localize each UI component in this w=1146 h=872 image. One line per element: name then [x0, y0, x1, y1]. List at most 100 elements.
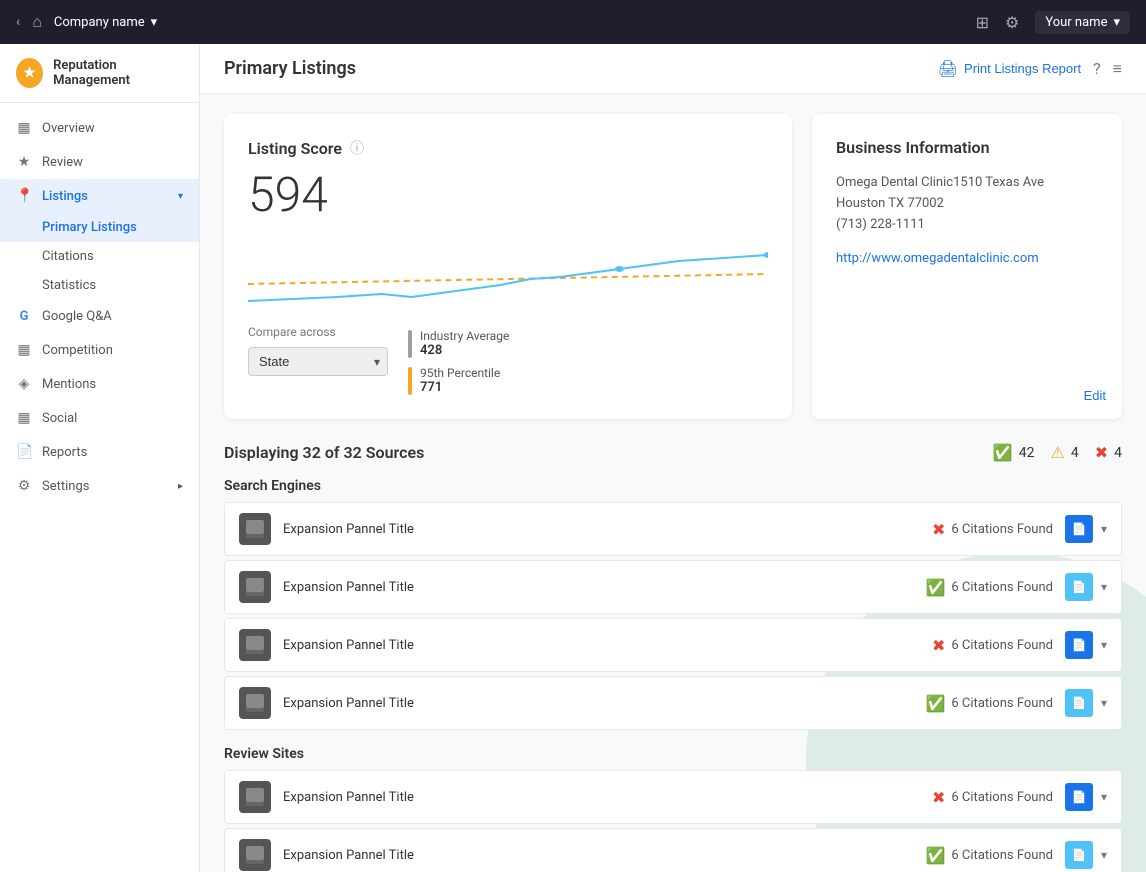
panel-thumbnail	[239, 839, 271, 871]
business-name: Omega Dental Clinic	[836, 175, 953, 190]
sidebar-item-competition[interactable]: ▦ Competition	[0, 333, 199, 367]
sidebar-item-statistics[interactable]: Statistics	[0, 271, 199, 300]
warn-count: 4	[1071, 445, 1079, 461]
expansion-panel: Expansion Pannel Title ✅ 6 Citations Fou…	[224, 676, 1122, 730]
panel-actions: 📄 ▾	[1065, 631, 1107, 659]
chevron-down-icon[interactable]: ▾	[1101, 580, 1107, 594]
sidebar-logo: ★	[16, 58, 43, 88]
panel-title: Expansion Pannel Title	[283, 522, 920, 537]
help-icon[interactable]: ?	[1093, 59, 1101, 78]
check-count: 42	[1019, 445, 1035, 461]
sidebar-app-name: Reputation Management	[53, 58, 183, 88]
95th-text: 95th Percentile 771	[420, 366, 500, 395]
expand-icon: ▾	[178, 191, 183, 202]
panel-title: Expansion Pannel Title	[283, 580, 913, 595]
status-error-icon: ✖	[932, 636, 945, 655]
search-engines-section: Search Engines Expansion Pannel Title ✖ …	[224, 478, 1122, 730]
panel-actions: 📄 ▾	[1065, 515, 1107, 543]
sidebar-item-review[interactable]: ★ Review	[0, 145, 199, 179]
panel-status: ✖ 6 Citations Found	[932, 636, 1053, 655]
chevron-down-icon[interactable]: ▾	[1101, 638, 1107, 652]
panel-thumbnail	[239, 687, 271, 719]
status-error-icon: ✖	[932, 520, 945, 539]
company-name-dropdown[interactable]: Company name ▾	[54, 15, 157, 30]
citations-text: 6 Citations Found	[951, 696, 1053, 711]
citations-label: Citations	[42, 249, 94, 264]
info-icon[interactable]: ⓘ	[350, 138, 364, 158]
document-icon[interactable]: 📄	[1065, 689, 1093, 717]
status-error-icon: ✖	[932, 788, 945, 807]
sidebar-item-primary-listings[interactable]: Primary Listings	[0, 213, 199, 242]
sidebar-item-overview[interactable]: ▦ Overview	[0, 111, 199, 145]
warn-icon: ⚠	[1051, 443, 1065, 462]
expansion-panel: Expansion Pannel Title ✅ 6 Citations Fou…	[224, 560, 1122, 614]
document-icon[interactable]: 📄	[1065, 841, 1093, 869]
panel-thumbnail	[239, 571, 271, 603]
sidebar-item-mentions[interactable]: ◈ Mentions	[0, 367, 199, 401]
print-listings-button[interactable]: 🖨 Print Listings Report	[938, 59, 1081, 79]
document-icon[interactable]: 📄	[1065, 783, 1093, 811]
edit-business-button[interactable]: Edit	[1084, 388, 1106, 403]
business-address: Omega Dental Clinic1510 Texas Ave Housto…	[836, 173, 1098, 235]
sidebar-item-label: Overview	[42, 121, 95, 136]
sidebar-item-reports[interactable]: 📄 Reports	[0, 435, 199, 469]
expansion-panel: Expansion Pannel Title ✖ 6 Citations Fou…	[224, 618, 1122, 672]
settings-expand-icon: ▸	[178, 481, 183, 492]
user-chevron-icon: ▾	[1113, 15, 1120, 30]
sidebar-item-social[interactable]: ▦ Social	[0, 401, 199, 435]
page-header: Primary Listings 🖨 Print Listings Report…	[200, 44, 1146, 94]
mentions-icon: ◈	[16, 376, 32, 392]
panel-status: ✅ 6 Citations Found	[925, 578, 1052, 597]
sidebar-header: ★ Reputation Management	[0, 44, 199, 103]
document-icon[interactable]: 📄	[1065, 573, 1093, 601]
page-header-actions: 🖨 Print Listings Report ? ≡	[938, 59, 1122, 79]
competition-icon: ▦	[16, 342, 32, 358]
business-website[interactable]: http://www.omegadentalclinic.com	[836, 251, 1039, 266]
citations-text: 6 Citations Found	[951, 848, 1053, 863]
business-info-card: Business Information Omega Dental Clinic…	[812, 114, 1122, 419]
user-menu-button[interactable]: Your name ▾	[1035, 11, 1130, 34]
main-content: Primary Listings 🖨 Print Listings Report…	[200, 44, 1146, 872]
cards-row: Listing Score ⓘ 594	[224, 114, 1122, 419]
chevron-down-icon[interactable]: ▾	[1101, 696, 1107, 710]
reports-label: Reports	[42, 445, 87, 460]
app-layout: ★ Reputation Management ▦ Overview ★ Rev…	[0, 0, 1146, 872]
panel-thumbnail	[239, 781, 271, 813]
region-select-wrapper: State National City	[248, 347, 388, 376]
citations-text: 6 Citations Found	[951, 790, 1053, 805]
review-sites-label: Review Sites	[224, 746, 1122, 762]
industry-avg-label: Industry Average	[420, 329, 509, 343]
sources-header: Displaying 32 of 32 Sources ✅ 42 ⚠ 4 ✖ 4	[224, 443, 1122, 462]
sidebar-item-label: Listings	[42, 189, 88, 204]
review-icon: ★	[16, 154, 32, 170]
document-icon[interactable]: 📄	[1065, 515, 1093, 543]
chevron-down-icon[interactable]: ▾	[1101, 522, 1107, 536]
nav-home-button[interactable]: ⌂	[32, 12, 42, 32]
grid-icon[interactable]: ⊞	[976, 13, 989, 32]
print-btn-label: Print Listings Report	[964, 61, 1081, 76]
sidebar-item-label: Google Q&A	[42, 309, 112, 324]
sidebar-navigation: ▦ Overview ★ Review 📍 Listings ▾ Primary…	[0, 103, 199, 511]
sidebar-item-settings[interactable]: ⚙ Settings ▸	[0, 469, 199, 503]
filter-icon[interactable]: ≡	[1113, 59, 1122, 79]
review-sites-section: Review Sites Expansion Pannel Title ✖ 6 …	[224, 746, 1122, 872]
compare-section: Compare across State National City	[248, 325, 768, 395]
panel-title: Expansion Pannel Title	[283, 790, 920, 805]
top-nav-left: ‹ ⌂ Company name ▾	[16, 12, 157, 32]
sidebar-item-citations[interactable]: Citations	[0, 242, 199, 271]
print-icon: 🖨	[938, 59, 958, 79]
sidebar-item-label: Social	[42, 411, 77, 426]
sidebar-item-listings[interactable]: 📍 Listings ▾	[0, 179, 199, 213]
panel-actions: 📄 ▾	[1065, 783, 1107, 811]
sidebar-item-google-qa[interactable]: G Google Q&A	[0, 300, 199, 333]
chevron-down-icon[interactable]: ▾	[1101, 790, 1107, 804]
chevron-down-icon[interactable]: ▾	[1101, 848, 1107, 862]
document-icon[interactable]: 📄	[1065, 631, 1093, 659]
gear-icon[interactable]: ⚙	[1005, 13, 1019, 32]
reports-icon: 📄	[16, 444, 32, 460]
top-nav-right: ⊞ ⚙ Your name ▾	[976, 11, 1130, 34]
region-select[interactable]: State National City	[248, 347, 388, 376]
nav-back-button[interactable]: ‹	[16, 14, 20, 30]
panel-status: ✅ 6 Citations Found	[925, 846, 1052, 865]
legend-95th: 95th Percentile 771	[408, 366, 509, 395]
